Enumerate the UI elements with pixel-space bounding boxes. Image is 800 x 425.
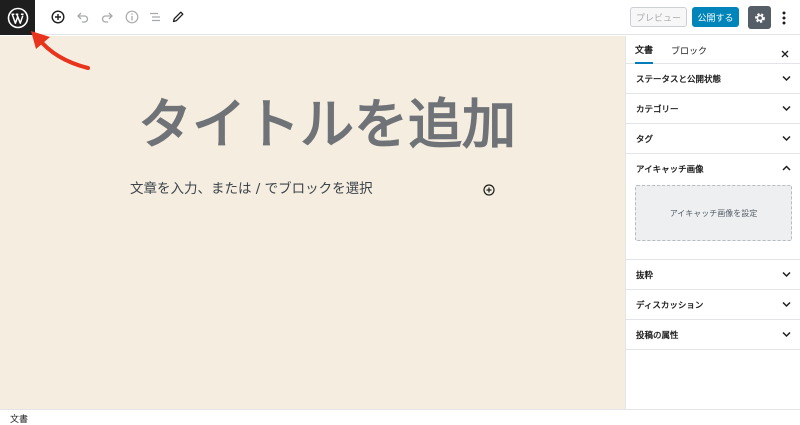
chevron-down-icon (782, 75, 791, 82)
panel-post-attributes[interactable]: 投稿の属性 (626, 320, 800, 350)
panel-label: 抜粋 (636, 271, 654, 281)
panel-label: ディスカッション (636, 301, 704, 311)
set-featured-image-button[interactable]: アイキャッチ画像を設定 (635, 185, 792, 241)
chevron-down-icon (782, 301, 791, 308)
panel-label[interactable]: アイキャッチ画像 (636, 163, 704, 175)
panel-label: カテゴリー (636, 105, 679, 115)
status-footer: 文書 (0, 409, 800, 425)
chevron-down-icon (782, 331, 791, 338)
publish-button[interactable]: 公開する (692, 7, 739, 27)
tab-document[interactable]: 文書 (635, 36, 654, 64)
panel-excerpt[interactable]: 抜粋 (626, 260, 800, 290)
close-icon[interactable] (780, 44, 790, 58)
redo-icon[interactable] (99, 9, 115, 25)
editor-canvas: タイトルを追加 文章を入力、または / でブロックを選択 (0, 36, 625, 409)
chevron-down-icon (782, 271, 791, 278)
add-block-icon[interactable] (50, 9, 66, 25)
undo-icon[interactable] (75, 9, 91, 25)
chevron-up-icon[interactable] (782, 165, 791, 172)
plus-circle-icon[interactable] (483, 181, 495, 196)
panel-status-visibility[interactable]: ステータスと公開状態 (626, 64, 800, 94)
list-view-icon[interactable] (147, 9, 163, 25)
edit-pencil-icon[interactable] (170, 9, 186, 25)
panel-categories[interactable]: カテゴリー (626, 94, 800, 124)
more-vertical-icon[interactable] (778, 8, 790, 27)
chevron-down-icon (782, 105, 791, 112)
post-title-input[interactable]: タイトルを追加 (138, 80, 516, 159)
preview-button[interactable]: プレビュー (630, 7, 687, 27)
editor-toolbar: プレビュー 公開する (0, 0, 800, 35)
block-placeholder[interactable]: 文章を入力、または / でブロックを選択 (130, 177, 373, 197)
gear-icon[interactable] (748, 6, 771, 29)
panel-label: 投稿の属性 (636, 331, 679, 341)
settings-sidebar: 文書 ブロック ステータスと公開状態 カテゴリー タグ アイキャッチ画像 アイキ… (625, 36, 800, 409)
panel-label: ステータスと公開状態 (636, 75, 722, 85)
panel-label: タグ (636, 135, 654, 145)
breadcrumb[interactable]: 文書 (10, 412, 28, 425)
tab-block[interactable]: ブロック (671, 36, 707, 64)
chevron-down-icon (782, 135, 791, 142)
red-arrow-icon (28, 30, 94, 78)
panel-featured-image: アイキャッチ画像 アイキャッチ画像を設定 (626, 154, 800, 260)
panel-discussion[interactable]: ディスカッション (626, 290, 800, 320)
info-icon[interactable] (124, 9, 140, 25)
sidebar-tabs: 文書 ブロック (626, 36, 800, 64)
panel-tags[interactable]: タグ (626, 124, 800, 154)
